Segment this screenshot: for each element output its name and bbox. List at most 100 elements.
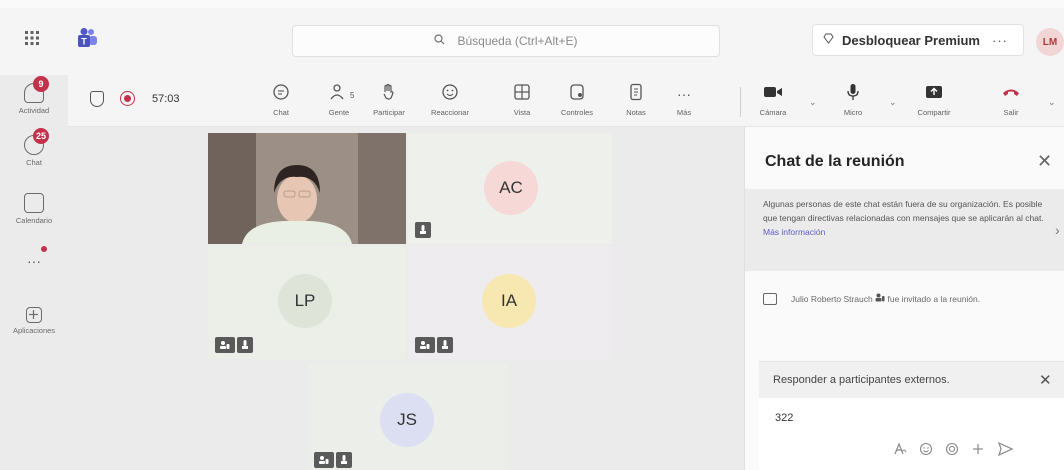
compose-toolbar xyxy=(893,441,1014,459)
event-text: fue invitado a la reunión. xyxy=(887,294,981,304)
emoji-icon[interactable] xyxy=(919,442,933,459)
diamond-icon xyxy=(823,33,834,47)
reply-header-text: Responder a participantes externos. xyxy=(773,374,950,386)
message-input[interactable]: 322 xyxy=(775,412,793,424)
send-icon[interactable] xyxy=(997,441,1014,459)
tool-raise-hand-button[interactable]: Participar xyxy=(371,83,407,117)
external-user-icon xyxy=(415,337,435,353)
tool-view-button[interactable]: Vista xyxy=(510,83,534,117)
emoji-icon xyxy=(427,83,473,105)
mic-muted-icon xyxy=(237,337,253,353)
rail-item-label: Aplicaciones xyxy=(12,326,56,335)
tool-label: Notas xyxy=(626,108,646,117)
more-options-button[interactable]: ··· xyxy=(992,33,1008,48)
tool-label: Participar xyxy=(373,108,405,117)
rail-item-more[interactable]: ··· xyxy=(0,243,68,269)
participant-tile-lp[interactable]: LP xyxy=(208,246,406,359)
participant-tile-video[interactable] xyxy=(208,133,406,244)
external-notice-banner[interactable]: Algunas personas de este chat están fuer… xyxy=(745,189,1064,271)
notes-icon xyxy=(624,83,648,105)
avatar[interactable]: LM xyxy=(1036,28,1064,56)
activity-badge: 9 xyxy=(33,76,49,92)
close-icon[interactable]: ✕ xyxy=(1037,151,1052,172)
meeting-event-icon xyxy=(763,293,777,305)
search-input[interactable]: Búsqueda (Ctrl+Alt+E) xyxy=(292,25,720,57)
tool-label: Salir xyxy=(1003,108,1019,117)
participant-tile-ia[interactable]: IA xyxy=(408,246,612,359)
rail-item-label: Actividad xyxy=(18,106,50,115)
avatar: LP xyxy=(278,274,332,328)
chat-icon: 25 xyxy=(24,128,50,155)
title-bar: T Búsqueda (Ctrl+Alt+E) Desbloquear Prem… xyxy=(0,0,1064,75)
reply-compose-box[interactable]: Responder a participantes externos. ✕ 32… xyxy=(759,361,1064,470)
mic-muted-icon xyxy=(437,337,453,353)
share-button[interactable]: Compartir xyxy=(910,83,958,117)
bell-icon: 9 xyxy=(24,76,49,103)
close-icon[interactable]: ✕ xyxy=(1039,371,1052,389)
svg-text:T: T xyxy=(81,37,87,47)
tool-notes-button[interactable]: Notas xyxy=(624,83,648,117)
tool-label: Más xyxy=(676,108,692,117)
rail-item-calendar[interactable]: Calendario xyxy=(0,193,68,225)
rail-item-apps[interactable]: Aplicaciones xyxy=(0,307,68,335)
leave-button[interactable]: Salir xyxy=(998,83,1024,117)
mic-muted-icon xyxy=(336,452,352,468)
format-icon[interactable] xyxy=(893,442,907,459)
search-placeholder: Búsqueda (Ctrl+Alt+E) xyxy=(457,34,578,48)
tool-label: Vista xyxy=(513,108,531,117)
tool-more-button[interactable]: ··· Más xyxy=(674,83,694,117)
avatar: AC xyxy=(484,161,538,215)
app-launcher-icon[interactable] xyxy=(24,30,44,50)
participant-video-image xyxy=(208,133,406,244)
hangup-icon xyxy=(998,83,1024,105)
rail-item-activity[interactable]: 9 Actividad xyxy=(0,76,68,115)
external-user-icon xyxy=(215,337,235,353)
mic-muted-icon xyxy=(415,222,431,238)
waffle-grid-icon xyxy=(25,31,39,45)
recording-icon[interactable] xyxy=(120,91,135,106)
calendar-icon xyxy=(24,193,44,213)
tool-react-button[interactable]: Reaccionar xyxy=(427,83,473,117)
teams-logo-icon: T xyxy=(76,27,98,49)
tile-status xyxy=(314,452,352,468)
tool-label: Chat xyxy=(273,108,289,117)
unlock-premium-button[interactable]: Desbloquear Premium ··· xyxy=(812,24,1024,56)
rail-item-label: Chat xyxy=(26,158,42,167)
people-count: 5 xyxy=(350,91,355,100)
tool-controls-button[interactable]: Controles xyxy=(557,83,597,117)
shield-icon[interactable] xyxy=(90,91,104,107)
tool-label: Reaccionar xyxy=(431,108,469,117)
search-icon xyxy=(434,34,445,48)
camera-options-chevron-icon[interactable]: ⌄ xyxy=(809,97,817,108)
meeting-timer: 57:03 xyxy=(152,93,180,105)
app-rail: 9 Actividad 25 Chat Calendario ··· Aplic… xyxy=(0,75,68,470)
chat-badge: 25 xyxy=(33,128,50,144)
premium-label: Desbloquear Premium xyxy=(842,32,980,48)
add-icon[interactable] xyxy=(971,442,985,459)
chevron-right-icon[interactable]: › xyxy=(1055,222,1060,238)
notification-dot xyxy=(41,246,47,252)
tool-label: Controles xyxy=(560,108,594,117)
rail-item-chat[interactable]: 25 Chat xyxy=(0,128,68,167)
meeting-chat-panel: Chat de la reunión ✕ Algunas personas de… xyxy=(744,127,1064,470)
external-user-icon xyxy=(875,293,887,304)
rail-item-label: Calendario xyxy=(15,216,53,225)
camera-icon xyxy=(756,83,790,105)
avatar: IA xyxy=(482,274,536,328)
mic-button[interactable]: Micro xyxy=(840,83,866,117)
participant-tile-js[interactable]: JS xyxy=(308,363,508,470)
leave-options-chevron-icon[interactable]: ⌄ xyxy=(1048,97,1056,108)
external-user-icon xyxy=(314,452,334,468)
event-user-name: Julio Roberto Strauch xyxy=(791,294,873,304)
loop-icon[interactable] xyxy=(945,442,959,459)
tool-people-button[interactable]: 5 Gente xyxy=(324,83,354,117)
apps-icon xyxy=(26,307,42,323)
more-info-link[interactable]: Más información xyxy=(763,227,825,237)
mic-icon xyxy=(840,83,866,105)
participant-tile-ac[interactable]: AC xyxy=(408,133,612,244)
tile-status xyxy=(215,337,253,353)
tool-chat-button[interactable]: Chat xyxy=(268,83,294,117)
grid-icon xyxy=(510,83,534,105)
camera-button[interactable]: Cámara xyxy=(756,83,790,117)
mic-options-chevron-icon[interactable]: ⌄ xyxy=(889,97,897,108)
